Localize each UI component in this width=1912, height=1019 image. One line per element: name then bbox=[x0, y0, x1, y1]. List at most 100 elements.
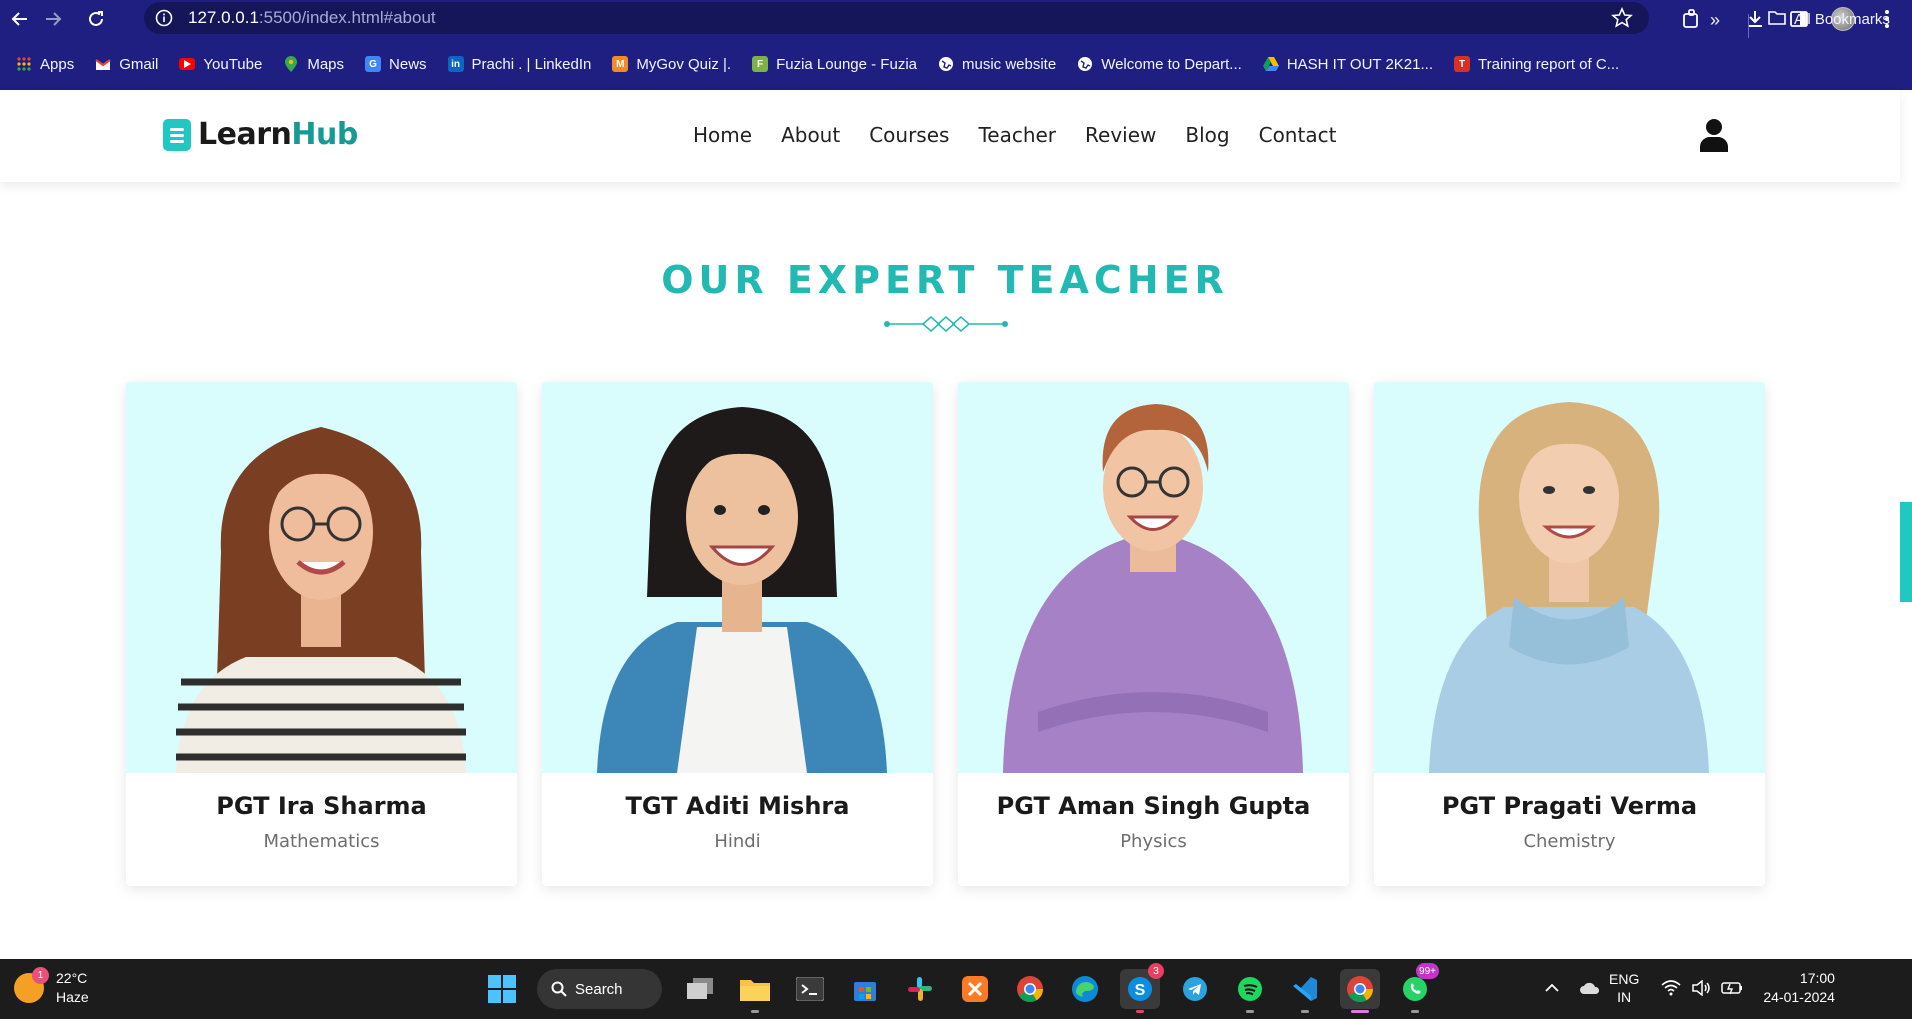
scrollbar-thumb[interactable] bbox=[1900, 502, 1912, 602]
news-icon: G bbox=[365, 56, 382, 72]
youtube-icon bbox=[179, 58, 196, 70]
site-info-icon[interactable] bbox=[154, 8, 174, 28]
globe-icon bbox=[938, 56, 954, 72]
teacher-name: PGT Aman Singh Gupta bbox=[996, 792, 1311, 820]
volume-icon[interactable] bbox=[1691, 980, 1711, 996]
bookmark-hash-it-out[interactable]: HASH IT OUT 2K21... bbox=[1255, 48, 1441, 80]
browser-toolbar: 127.0.0.1:5500/index.html#about bbox=[0, 0, 1912, 38]
bookmark-label: Fuzia Lounge - Fuzia bbox=[776, 55, 917, 73]
teacher-photo bbox=[958, 382, 1349, 773]
start-button[interactable] bbox=[482, 969, 522, 1009]
extensions-icon[interactable] bbox=[1675, 2, 1709, 36]
edge-icon[interactable] bbox=[1065, 969, 1105, 1009]
downloads-icon[interactable] bbox=[1738, 2, 1772, 36]
svg-text:S: S bbox=[1135, 982, 1146, 999]
bookmark-label: Apps bbox=[40, 55, 75, 73]
bookmark-youtube[interactable]: YouTube bbox=[171, 48, 270, 80]
weather-temperature: 22°C bbox=[56, 970, 88, 986]
bookmarks-divider bbox=[1748, 14, 1749, 38]
nav-courses[interactable]: Courses bbox=[869, 123, 949, 147]
file-explorer-icon[interactable] bbox=[735, 969, 775, 1013]
user-account-icon[interactable] bbox=[1700, 118, 1728, 152]
linkedin-icon: in bbox=[447, 56, 464, 72]
bookmark-label: YouTube bbox=[203, 55, 263, 73]
vscode-icon[interactable] bbox=[1285, 969, 1325, 1013]
forward-icon[interactable] bbox=[38, 4, 68, 34]
teacher-card[interactable]: TGT Aditi Mishra Hindi bbox=[542, 382, 933, 886]
wifi-icon[interactable] bbox=[1661, 980, 1681, 996]
bookmark-apps[interactable]: Apps bbox=[8, 48, 82, 80]
all-bookmarks-button[interactable]: All Bookmarks bbox=[1768, 10, 1890, 29]
nav-review[interactable]: Review bbox=[1085, 123, 1156, 147]
section-title: OUR EXPERT TEACHER bbox=[661, 258, 1229, 302]
nav-contact[interactable]: Contact bbox=[1259, 123, 1337, 147]
battery-icon[interactable] bbox=[1721, 981, 1743, 995]
clock-time: 17:00 bbox=[1799, 970, 1835, 986]
whatsapp-icon[interactable]: 99+ bbox=[1395, 963, 1439, 1013]
all-bookmarks-label: All Bookmarks bbox=[1794, 11, 1890, 28]
task-view-icon[interactable] bbox=[680, 969, 720, 1009]
bookmark-star-icon[interactable] bbox=[1611, 7, 1633, 33]
teacher-subject: Hindi bbox=[714, 831, 761, 852]
search-label: Search bbox=[575, 980, 623, 998]
book-icon bbox=[163, 118, 191, 151]
back-icon[interactable] bbox=[5, 4, 35, 34]
microsoft-store-icon[interactable] bbox=[845, 969, 885, 1009]
spotify-icon[interactable] bbox=[1230, 969, 1270, 1013]
onedrive-cloud-icon[interactable] bbox=[1579, 981, 1601, 995]
more-bookmarks-chevron-icon[interactable]: » bbox=[1710, 10, 1720, 31]
show-hidden-icons-chevron-icon[interactable] bbox=[1545, 983, 1559, 993]
address-bar[interactable]: 127.0.0.1:5500/index.html#about bbox=[144, 2, 1649, 34]
skype-icon[interactable]: S 3 bbox=[1120, 963, 1164, 1013]
teacher-name: PGT Ira Sharma bbox=[216, 792, 427, 820]
slack-icon[interactable] bbox=[900, 969, 940, 1009]
teacher-subject: Physics bbox=[1120, 831, 1187, 852]
region-code: IN bbox=[1617, 989, 1632, 1005]
taskbar-search[interactable]: Search bbox=[537, 969, 662, 1009]
bookmark-mygov[interactable]: M MyGov Quiz |. bbox=[604, 48, 739, 80]
teacher-card[interactable]: PGT Pragati Verma Chemistry bbox=[1374, 382, 1765, 886]
bookmark-music[interactable]: music website bbox=[930, 48, 1064, 80]
clock[interactable]: 17:00 24-01-2024 bbox=[1763, 969, 1835, 1007]
teacher-photo bbox=[126, 382, 517, 773]
bookmark-linkedin[interactable]: in Prachi . | LinkedIn bbox=[440, 48, 600, 80]
teacher-photo bbox=[1374, 382, 1765, 773]
folder-icon bbox=[1768, 10, 1786, 29]
site-header: LearnHub Home About Courses Teacher Revi… bbox=[0, 90, 1900, 182]
weather-widget[interactable]: 1 22°C Haze bbox=[14, 967, 89, 1007]
telegram-icon[interactable] bbox=[1175, 969, 1215, 1009]
teacher-card[interactable]: PGT Ira Sharma Mathematics bbox=[126, 382, 517, 886]
bookmark-gmail[interactable]: Gmail bbox=[87, 48, 166, 80]
language-code: ENG bbox=[1609, 971, 1640, 987]
chrome-icon[interactable] bbox=[1010, 969, 1050, 1009]
bookmark-fuzia[interactable]: F Fuzia Lounge - Fuzia bbox=[744, 48, 925, 80]
terminal-icon[interactable] bbox=[790, 969, 830, 1009]
system-tray: ENG IN 17:00 24-01-2024 bbox=[1545, 969, 1835, 1007]
bookmarks-bar: Apps Gmail YouTube Maps G News in Prachi… bbox=[0, 38, 1912, 90]
teacher-name: TGT Aditi Mishra bbox=[625, 792, 850, 820]
bookmark-label: Maps bbox=[307, 55, 345, 73]
site-logo[interactable]: LearnHub bbox=[163, 117, 358, 152]
nav-about[interactable]: About bbox=[781, 123, 840, 147]
bookmark-maps[interactable]: Maps bbox=[275, 48, 352, 80]
teacher-card[interactable]: PGT Aman Singh Gupta Physics bbox=[958, 382, 1349, 886]
nav-teacher[interactable]: Teacher bbox=[978, 123, 1056, 147]
url-path: :5500/index.html#about bbox=[258, 8, 436, 27]
bookmark-welcome[interactable]: Welcome to Depart... bbox=[1069, 48, 1250, 80]
bookmark-label: HASH IT OUT 2K21... bbox=[1286, 55, 1433, 73]
xampp-icon[interactable] bbox=[955, 969, 995, 1009]
nav-home[interactable]: Home bbox=[693, 123, 752, 147]
whatsapp-badge: 99+ bbox=[1416, 963, 1439, 979]
reload-icon[interactable] bbox=[81, 4, 111, 34]
mygov-icon: M bbox=[612, 56, 629, 72]
clock-date: 24-01-2024 bbox=[1763, 989, 1835, 1005]
globe-icon bbox=[1077, 56, 1093, 72]
nav-blog[interactable]: Blog bbox=[1185, 123, 1229, 147]
main-nav: Home About Courses Teacher Review Blog C… bbox=[693, 123, 1365, 147]
logo-text-learn: Learn bbox=[198, 117, 292, 152]
bookmark-news[interactable]: G News bbox=[357, 48, 435, 80]
language-indicator[interactable]: ENG IN bbox=[1609, 970, 1639, 1006]
url-text[interactable]: 127.0.0.1:5500/index.html#about bbox=[188, 8, 436, 28]
chrome-active-icon[interactable] bbox=[1340, 969, 1380, 1013]
bookmark-training-report[interactable]: T Training report of C... bbox=[1446, 48, 1627, 80]
